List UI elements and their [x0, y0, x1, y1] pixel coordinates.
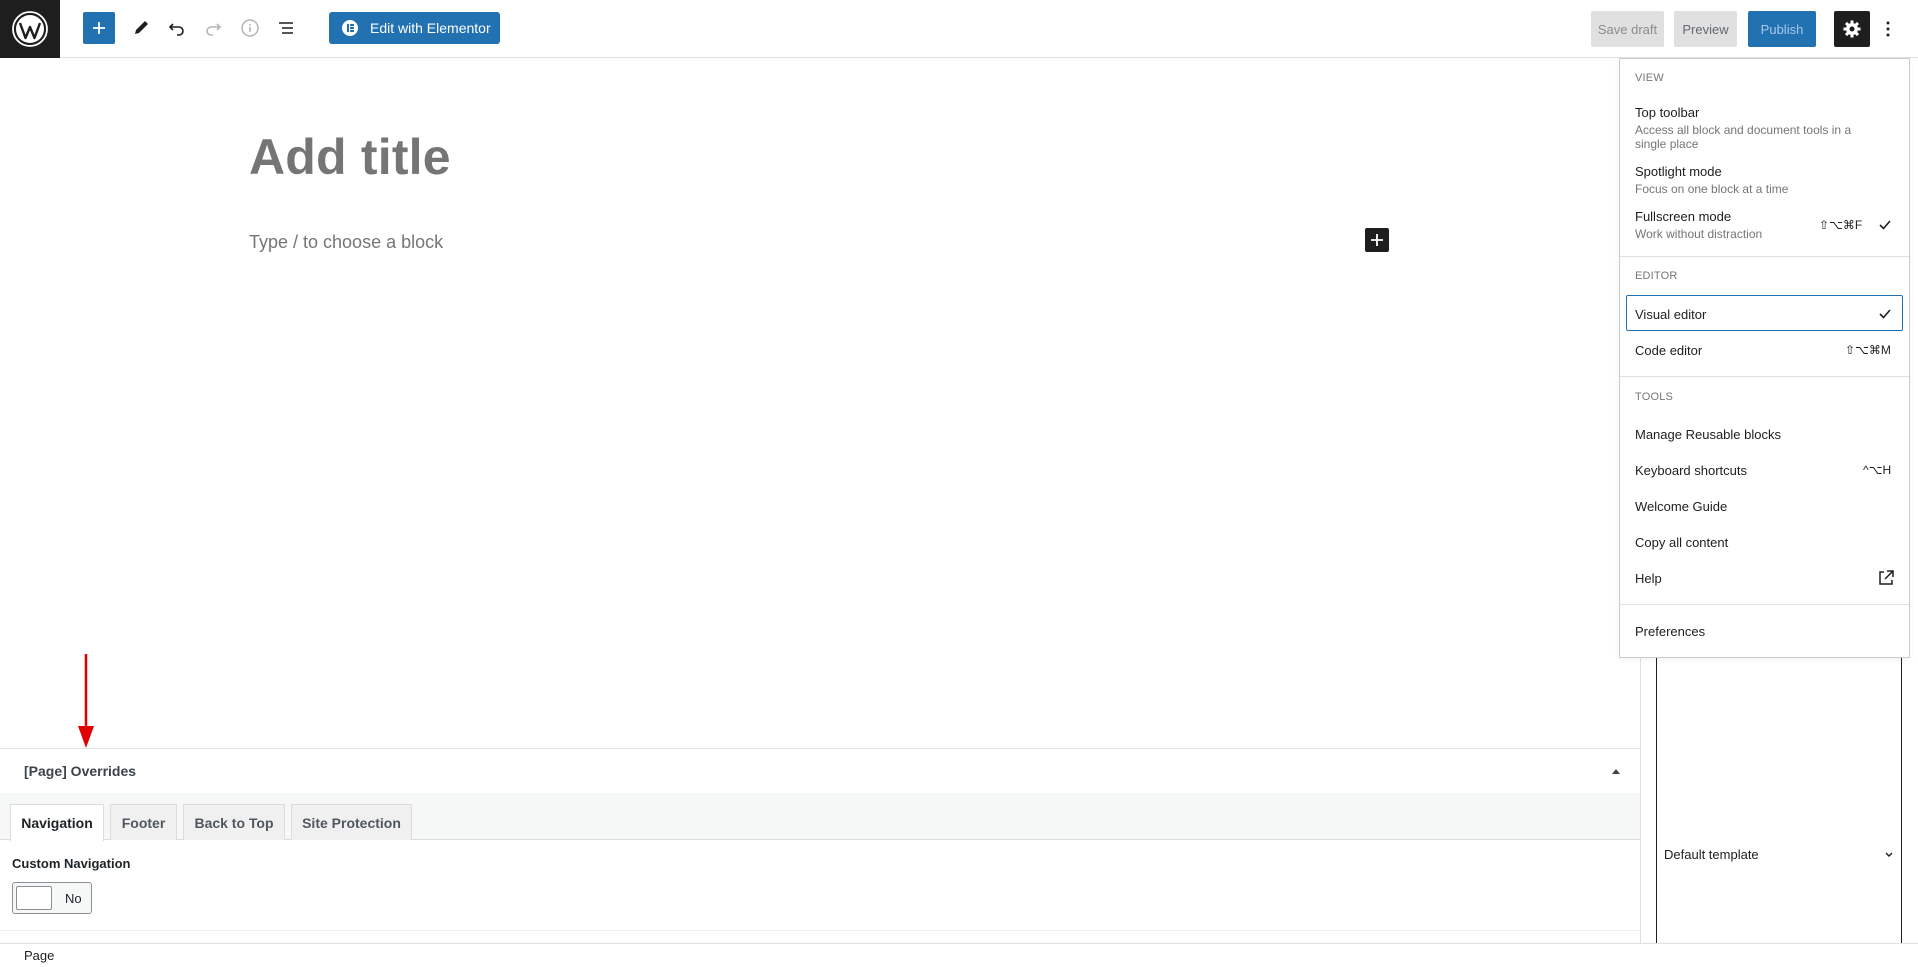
edit-tools-button[interactable] — [124, 11, 158, 45]
block-appender[interactable]: Type / to choose a block — [249, 232, 443, 253]
settings-button[interactable] — [1834, 11, 1870, 47]
undo-icon — [168, 23, 184, 36]
add-block-button[interactable] — [83, 12, 115, 44]
details-button[interactable] — [233, 11, 267, 45]
external-link-icon — [1879, 570, 1894, 585]
menu-item-copy-all-content[interactable]: Copy all content — [1635, 535, 1728, 550]
inline-add-block-button[interactable] — [1365, 228, 1389, 252]
tab-site-protection[interactable]: Site Protection — [291, 804, 412, 840]
toggle-value: No — [65, 891, 82, 906]
toggle-knob — [16, 886, 52, 910]
undo-button[interactable] — [160, 11, 194, 45]
code-editor-shortcut: ⇧⌥⌘M — [1845, 343, 1891, 357]
save-draft-button[interactable]: Save draft — [1591, 11, 1664, 47]
more-vertical-icon — [1886, 21, 1890, 37]
view-group-label: VIEW — [1635, 72, 1664, 84]
menu-item-fullscreen-mode[interactable]: Fullscreen mode — [1635, 209, 1731, 224]
redo-button[interactable] — [196, 11, 230, 45]
tab-navigation[interactable]: Navigation — [10, 804, 104, 841]
menu-item-top-toolbar[interactable]: Top toolbar — [1635, 105, 1699, 120]
annotation-arrow-icon — [78, 654, 94, 748]
menu-divider — [1620, 376, 1909, 377]
menu-divider — [1620, 604, 1909, 605]
custom-navigation-toggle[interactable]: No — [12, 882, 92, 914]
menu-item-visual-editor[interactable]: Visual editor — [1635, 307, 1706, 322]
top-toolbar: Edit with Elementor Save draft Preview P… — [0, 0, 1918, 58]
list-view-button[interactable] — [269, 11, 303, 45]
menu-item-keyboard-shortcuts[interactable]: Keyboard shortcuts — [1635, 463, 1747, 478]
wordpress-logo-icon[interactable] — [0, 0, 60, 58]
post-title-input[interactable]: Add title — [249, 128, 451, 186]
template-panel — [1656, 640, 1902, 945]
metabox-title: [Page] Overrides — [24, 763, 137, 779]
preview-button[interactable]: Preview — [1674, 11, 1737, 47]
editor-group-label: EDITOR — [1635, 270, 1678, 282]
page-overrides-metabox — [0, 748, 1640, 945]
breadcrumb[interactable]: Page — [24, 948, 54, 963]
menu-item-spotlight-mode[interactable]: Spotlight mode — [1635, 164, 1722, 179]
metabox-divider — [0, 930, 1640, 931]
collapse-arrow-icon[interactable] — [1611, 767, 1621, 775]
tab-footer[interactable]: Footer — [110, 804, 177, 840]
gear-icon — [1843, 20, 1861, 38]
menu-item-code-editor[interactable]: Code editor — [1635, 343, 1702, 358]
menu-item-preferences[interactable]: Preferences — [1635, 624, 1705, 639]
publish-button[interactable]: Publish — [1748, 11, 1816, 47]
elementor-icon — [342, 20, 358, 36]
menu-item-top-toolbar-desc: Access all block and document tools in a… — [1635, 123, 1852, 151]
fullscreen-shortcut: ⇧⌥⌘F — [1819, 218, 1863, 232]
redo-icon — [206, 23, 222, 36]
keyboard-shortcuts-shortcut: ^⌥H — [1863, 463, 1892, 477]
info-icon — [241, 19, 259, 37]
check-icon — [1879, 220, 1891, 230]
custom-navigation-label: Custom Navigation — [12, 856, 131, 871]
plus-icon — [1371, 234, 1383, 246]
list-view-icon — [279, 22, 293, 34]
menu-divider — [1620, 256, 1909, 257]
editor-footer — [0, 943, 1918, 967]
menu-item-manage-reusable-blocks[interactable]: Manage Reusable blocks — [1635, 427, 1781, 442]
editor-app: Edit with Elementor Save draft Preview P… — [0, 0, 1918, 967]
options-button[interactable] — [1876, 11, 1900, 47]
check-icon — [1879, 309, 1891, 319]
menu-item-help[interactable]: Help — [1635, 571, 1662, 586]
edit-with-elementor-label: Edit with Elementor — [370, 20, 491, 36]
tools-group-label: TOOLS — [1635, 391, 1674, 403]
edit-with-elementor-button[interactable]: Edit with Elementor — [329, 12, 500, 44]
tab-back-to-top[interactable]: Back to Top — [183, 804, 285, 840]
pencil-icon — [135, 21, 148, 34]
chevron-down-icon — [1885, 852, 1893, 857]
template-select[interactable]: Default template — [1664, 847, 1759, 862]
menu-item-welcome-guide[interactable]: Welcome Guide — [1635, 499, 1727, 514]
menu-item-spotlight-mode-desc: Focus on one block at a time — [1635, 182, 1789, 196]
